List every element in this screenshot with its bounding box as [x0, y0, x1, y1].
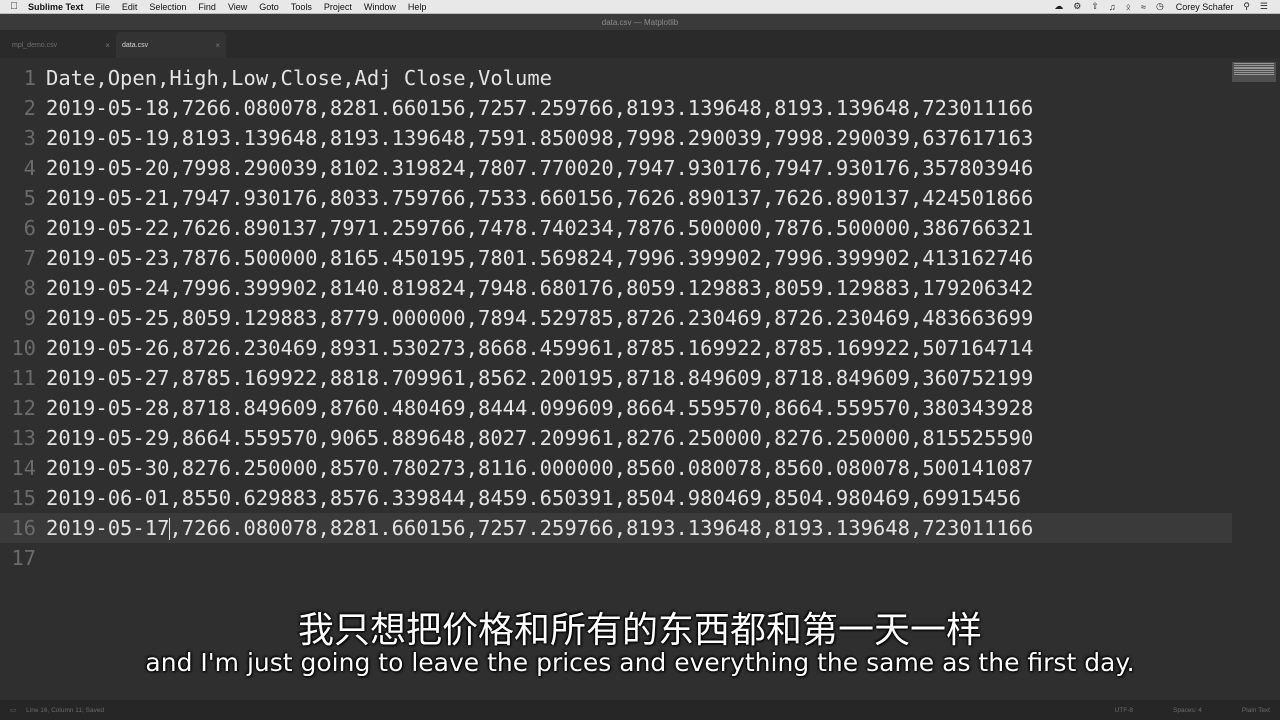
search-icon[interactable]: ⚲ — [1243, 1, 1250, 12]
editor-line[interactable]: 8 2019-05-24,7996.399902,8140.819824,7948… — [0, 273, 1232, 303]
tab-label: data.csv — [122, 41, 149, 49]
menu-list-icon[interactable]: ☰ — [1260, 1, 1268, 12]
status-syntax[interactable]: Plain Text — [1242, 707, 1270, 714]
menu-goto[interactable]: Goto — [259, 2, 279, 12]
line-text[interactable]: 2019-05-25,8059.129883,8779.000000,7894.… — [40, 303, 1033, 333]
editor-line[interactable]: 11 2019-05-27,8785.169922,8818.709961,856… — [0, 363, 1232, 393]
line-number: 16 — [11, 516, 36, 540]
line-number: 11 — [11, 366, 36, 390]
menu-selection[interactable]: Selection — [149, 2, 186, 12]
line-text[interactable]: 2019-05-29,8664.559570,9065.889648,8027.… — [40, 423, 1033, 453]
cloud-icon[interactable]: ☁ — [1054, 1, 1063, 12]
window-titlebar: data.csv — Matplotlib — [0, 14, 1280, 30]
line-text[interactable]: 2019-05-21,7947.930176,8033.759766,7533.… — [40, 183, 1033, 213]
apple-icon[interactable]:  — [0, 1, 28, 12]
line-number: 4 — [23, 156, 36, 180]
editor-line[interactable]: 5 2019-05-21,7947.930176,8033.759766,7533… — [0, 183, 1232, 213]
user-name[interactable]: Corey Schafer — [1176, 2, 1234, 12]
line-text[interactable]: 2019-05-30,8276.250000,8570.780273,8116.… — [40, 453, 1033, 483]
tab-bar: mpl_demo.csv × data.csv × — [0, 30, 1280, 58]
status-encoding[interactable]: UTF-8 — [1115, 707, 1133, 714]
line-number: 13 — [11, 426, 36, 450]
menu-help[interactable]: Help — [408, 2, 427, 12]
editor-line[interactable]: 14 2019-05-30,8276.250000,8570.780273,811… — [0, 453, 1232, 483]
line-text-after-caret: ,7266.080078,8281.660156,7257.259766,819… — [169, 516, 1034, 540]
line-number: 15 — [11, 486, 36, 510]
menu-find[interactable]: Find — [198, 2, 216, 12]
tab-label: mpl_demo.csv — [12, 41, 58, 49]
close-icon[interactable]: × — [105, 41, 110, 50]
editor-line[interactable]: 10 2019-05-26,8726.230469,8931.530273,866… — [0, 333, 1232, 363]
menu-window[interactable]: Window — [364, 2, 396, 12]
line-number: 2 — [23, 96, 36, 120]
clock-icon[interactable]: ◷ — [1156, 1, 1164, 12]
subtitle-chinese: 我只想把价格和所有的东西都和第一天一样 — [297, 610, 982, 651]
line-text[interactable]: 2019-05-18,7266.080078,8281.660156,7257.… — [40, 93, 1033, 123]
bluetooth-icon[interactable]: ᛟ — [1126, 2, 1131, 12]
line-text[interactable]: 2019-05-22,7626.890137,7971.259766,7478.… — [40, 213, 1033, 243]
menubar-status-area: ☁ ⚙ ⇧ ♫ ᛟ ≈ ◷ Corey Schafer ⚲ ☰ — [1054, 1, 1280, 12]
line-number: 9 — [23, 306, 36, 330]
status-indent[interactable]: Spaces: 4 — [1173, 707, 1202, 714]
minimap[interactable] — [1232, 62, 1276, 82]
line-number: 1 — [23, 66, 36, 90]
line-text[interactable]: 2019-05-28,8718.849609,8760.480469,8444.… — [40, 393, 1033, 423]
editor-line[interactable]: 7 2019-05-23,7876.500000,8165.450195,7801… — [0, 243, 1232, 273]
line-text[interactable]: 2019-05-26,8726.230469,8931.530273,8668.… — [40, 333, 1033, 363]
line-number: 6 — [23, 216, 36, 240]
close-icon[interactable]: × — [215, 41, 220, 50]
editor-line[interactable]: 17 — [0, 543, 1232, 573]
line-text[interactable]: 2019-05-20,7998.290039,8102.319824,7807.… — [40, 153, 1033, 183]
line-text[interactable]: Date,Open,High,Low,Close,Adj Close,Volum… — [40, 63, 552, 93]
line-number: 8 — [23, 276, 36, 300]
editor-line[interactable]: 2 2019-05-18,7266.080078,8281.660156,7257… — [0, 93, 1232, 123]
line-text-before-caret: 2019-05-17 — [46, 516, 170, 540]
panel-toggle-icon[interactable]: ▭ — [10, 706, 16, 714]
tab-mpl-demo[interactable]: mpl_demo.csv × — [6, 32, 116, 58]
editor-line[interactable]: 15 2019-06-01,8550.629883,8576.339844,845… — [0, 483, 1232, 513]
menu-project[interactable]: Project — [324, 2, 352, 12]
line-text[interactable]: 2019-06-01,8550.629883,8576.339844,8459.… — [40, 483, 1021, 513]
menu-edit[interactable]: Edit — [122, 2, 138, 12]
line-number: 12 — [11, 396, 36, 420]
menu-tools[interactable]: Tools — [291, 2, 312, 12]
line-text[interactable]: 2019-05-23,7876.500000,8165.450195,7801.… — [40, 243, 1033, 273]
editor-line[interactable]: 4 2019-05-20,7998.290039,8102.319824,7807… — [0, 153, 1232, 183]
editor-line[interactable]: 16 2019-05-17,7266.080078,8281.660156,725… — [0, 513, 1232, 543]
line-number: 14 — [11, 456, 36, 480]
wifi-icon[interactable]: ≈ — [1141, 2, 1146, 12]
gear-icon[interactable]: ⚙ — [1073, 1, 1081, 12]
editor-line[interactable]: 12 2019-05-28,8718.849609,8760.480469,844… — [0, 393, 1232, 423]
menu-view[interactable]: View — [228, 2, 247, 12]
editor-line[interactable]: 3 2019-05-19,8193.139648,8193.139648,7591… — [0, 123, 1232, 153]
status-position: Line 16, Column 11; Saved — [26, 706, 105, 714]
editor-line[interactable]: 1 Date,Open,High,Low,Close,Adj Close,Volu… — [0, 63, 1232, 93]
window-title: data.csv — Matplotlib — [601, 17, 679, 27]
line-text[interactable]: 2019-05-17,7266.080078,8281.660156,7257.… — [40, 513, 1033, 543]
line-text[interactable]: 2019-05-24,7996.399902,8140.819824,7948.… — [40, 273, 1033, 303]
line-number: 17 — [11, 546, 36, 570]
line-number: 3 — [23, 126, 36, 150]
upload-icon[interactable]: ⇧ — [1091, 1, 1099, 12]
subtitle-english: and I'm just going to leave the prices a… — [145, 648, 1135, 677]
macos-menubar:  Sublime Text File Edit Selection Find … — [0, 0, 1280, 14]
menu-file[interactable]: File — [95, 2, 110, 12]
line-number: 5 — [23, 186, 36, 210]
menu-app-name[interactable]: Sublime Text — [28, 2, 83, 12]
editor-line[interactable]: 6 2019-05-22,7626.890137,7971.259766,7478… — [0, 213, 1232, 243]
editor-line[interactable]: 9 2019-05-25,8059.129883,8779.000000,7894… — [0, 303, 1232, 333]
volume-icon[interactable]: ♫ — [1109, 2, 1116, 12]
line-text[interactable]: 2019-05-19,8193.139648,8193.139648,7591.… — [40, 123, 1033, 153]
tab-data-csv[interactable]: data.csv × — [116, 32, 226, 58]
line-text[interactable] — [40, 543, 46, 573]
editor-line[interactable]: 13 2019-05-29,8664.559570,9065.889648,802… — [0, 423, 1232, 453]
line-text[interactable]: 2019-05-27,8785.169922,8818.709961,8562.… — [40, 363, 1033, 393]
line-number: 7 — [23, 246, 36, 270]
line-number: 10 — [11, 336, 36, 360]
status-bar: ▭ Line 16, Column 11; Saved UTF-8 Spaces… — [0, 700, 1280, 720]
